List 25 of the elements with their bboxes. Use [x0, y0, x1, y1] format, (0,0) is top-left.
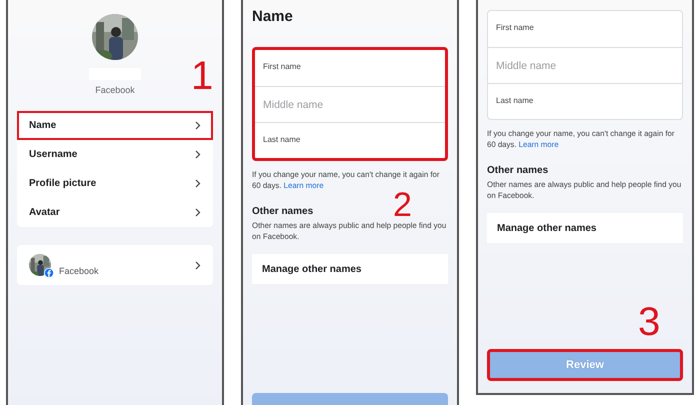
menu-item[interactable]: Username — [17, 140, 213, 169]
menu-item[interactable]: Name — [17, 111, 213, 140]
name-input-field[interactable]: First name — [488, 11, 682, 47]
chevron-icon — [195, 208, 201, 217]
manage-names-button[interactable]: Manage other names — [252, 254, 448, 284]
page-title: Name — [252, 8, 294, 25]
menu-item[interactable]: Avatar — [17, 198, 213, 227]
name-input-field[interactable]: Last name — [488, 83, 682, 119]
name-input-field[interactable]: Last name — [255, 122, 445, 158]
manage-names-button[interactable]: Manage other names — [487, 213, 683, 244]
step-number: 2 — [393, 188, 412, 222]
name-input-field[interactable]: First name — [255, 50, 445, 86]
chevron-icon — [195, 179, 201, 188]
account-label: Facebook — [95, 85, 135, 95]
step-number: 3 — [638, 302, 660, 342]
chevron-icon — [195, 260, 201, 270]
account-label: Facebook — [59, 266, 99, 276]
menu-item[interactable]: Profile picture — [17, 169, 213, 198]
chevron-icon — [195, 150, 201, 159]
chevron-icon — [195, 121, 201, 130]
linked-account-item[interactable]: Facebook — [17, 245, 213, 285]
badge-icon — [44, 268, 54, 278]
section-heading: Other names — [252, 206, 314, 217]
section-heading: Other names — [487, 164, 550, 176]
step-number: 1 — [191, 56, 214, 96]
